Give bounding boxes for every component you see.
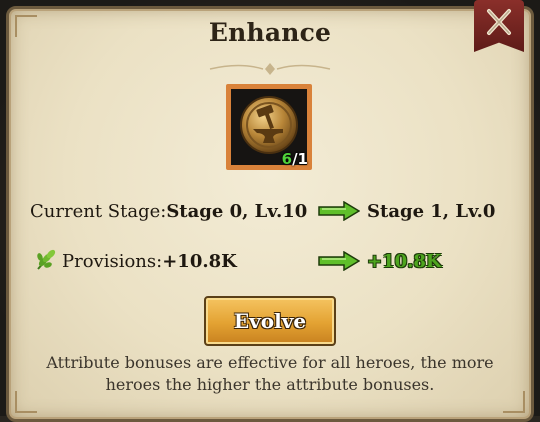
material-count: 6/1 xyxy=(282,150,308,168)
description-text: Attribute bonuses are effective for all … xyxy=(46,353,494,394)
next-stage-value: Stage 1, Lv.0 xyxy=(367,201,496,222)
title-ornament-icon xyxy=(209,63,331,75)
provisions-next-value: +10.8K xyxy=(367,251,442,272)
next-stage-row: Stage 1, Lv.0 xyxy=(367,201,495,222)
wheat-icon xyxy=(37,249,56,270)
current-stage-row: Current Stage:Stage 0, Lv.10 xyxy=(30,201,307,222)
provisions-current-value: +10.8K xyxy=(162,251,237,272)
arrow-right-icon xyxy=(318,201,360,221)
provisions-row: Provisions:+10.8K xyxy=(62,251,237,272)
material-count-need: /1 xyxy=(292,150,308,168)
evolve-button[interactable]: Evolve xyxy=(204,296,336,346)
current-stage-value: Stage 0, Lv.10 xyxy=(166,201,308,222)
material-count-have: 6 xyxy=(281,150,293,168)
arrow-right-icon xyxy=(318,251,360,271)
current-stage-label: Current Stage: xyxy=(30,201,167,222)
provisions-label: Provisions: xyxy=(62,251,163,272)
material-item-slot[interactable]: 6/1 xyxy=(226,84,312,170)
dialog-title: Enhance xyxy=(208,18,332,47)
close-x-icon xyxy=(487,9,511,35)
